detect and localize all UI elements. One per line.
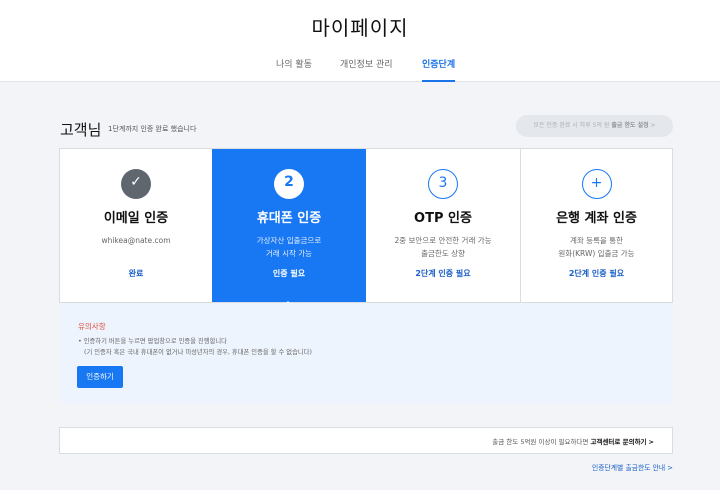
verification-summary: 1단계까지 인증 완료 했습니다 [108,125,197,133]
verification-steps: ✓ 이메일 인증 whikea@nate.com 완료 2 휴대폰 인증 가상자… [59,148,673,303]
tab-personal-info[interactable]: 개인정보 관리 [340,58,393,82]
contact-support-link[interactable]: 고객센터로 문의하기 [590,438,646,446]
number-2-icon: 2 [274,169,304,199]
step-card-bank[interactable]: + 은행 계좌 인증 계좌 등록을 통한 원화(KRW) 입출금 가능 2단계 … [520,149,672,302]
withdrawal-limit-button[interactable]: 모든 인증 완료 시 하루 5억 원 출금 한도 설정 > [516,115,673,137]
step-card-email[interactable]: ✓ 이메일 인증 whikea@nate.com 완료 [60,149,212,302]
withdrawal-limit-label: 출금 한도 설정 [611,122,649,129]
step-title: OTP 인증 [414,211,472,226]
tab-my-activity[interactable]: 나의 활동 [276,58,312,82]
tab-verification-level[interactable]: 인증단계 [422,58,456,82]
contact-text: 출금 한도 5억원 이상이 필요하다면 고객센터로 문의하기 > [492,436,654,446]
step-description-line: 가상자산 입출금으로 [256,236,322,245]
page-title: 마이페이지 [311,16,409,40]
step-description-line: 출금한도 상향 [421,249,465,258]
plus-icon: + [581,169,612,199]
step-status[interactable]: 완료 [60,268,212,279]
step-description: 2중 보안으로 안전한 거래 가능 출금한도 상향 [366,234,520,260]
step-card-otp[interactable]: 3 OTP 인증 2중 보안으로 안전한 거래 가능 출금한도 상향 2단계 인… [366,149,520,302]
step-description: 가상자산 입출금으로 거래 시작 가능 [212,234,366,260]
contact-box: 출금 한도 5억원 이상이 필요하다면 고객센터로 문의하기 > [59,427,673,454]
user-greeting: 고객님 [60,121,102,139]
notice-line: (기 인증자 혹은 국내 휴대폰이 없거나 미성년자의 경우, 휴대폰 인증을 … [84,349,312,356]
step-status[interactable]: 2단계 인증 필요 [521,268,672,279]
step-description-line: 2중 보안으로 안전한 거래 가능 [394,236,492,245]
step-description: 계좌 등록을 통한 원화(KRW) 입출금 가능 [521,234,672,260]
step-card-phone[interactable]: 2 휴대폰 인증 가상자산 입출금으로 거래 시작 가능 인증 필요 [212,149,366,302]
withdrawal-limit-guide-link[interactable]: 인증단계별 출금한도 안내 > [592,462,673,472]
chevron-right-icon: > [650,122,656,129]
number-3-icon: 3 [428,169,458,199]
notice-text: • 인증하기 버튼을 누르면 팝업창으로 인증을 진행합니다 (기 인증자 혹은… [78,336,312,358]
notice-title: 유의사항 [78,322,106,331]
header: 마이페이지 나의 활동 개인정보 관리 인증단계 [0,0,720,82]
notice-panel: 유의사항 • 인증하기 버튼을 누르면 팝업창으로 인증을 진행합니다 (기 인… [59,303,673,403]
step-title: 휴대폰 인증 [256,211,322,226]
notice-line: • 인증하기 버튼을 누르면 팝업창으로 인증을 진행합니다 [78,338,227,345]
check-icon: ✓ [121,169,151,199]
contact-prefix: 출금 한도 5억원 이상이 필요하다면 [492,438,591,446]
step-title: 이메일 인증 [103,211,169,226]
chevron-right-icon: > [648,438,654,446]
step-title: 은행 계좌 인증 [556,211,637,226]
tab-bar: 나의 활동 개인정보 관리 인증단계 [0,58,720,82]
verify-button[interactable]: 인증하기 [77,366,123,388]
step-description-line: 계좌 등록을 통한 [569,236,624,245]
step-description-line: whikea@nate.com [101,236,171,245]
step-status[interactable]: 2단계 인증 필요 [366,268,520,279]
step-status[interactable]: 인증 필요 [212,268,366,279]
withdrawal-limit-prefix: 모든 인증 완료 시 하루 5억 원 [533,122,612,129]
step-description-line: 원화(KRW) 입출금 가능 [558,249,635,258]
step-description: whikea@nate.com [60,234,212,247]
step-description-line: 거래 시작 가능 [265,249,313,258]
